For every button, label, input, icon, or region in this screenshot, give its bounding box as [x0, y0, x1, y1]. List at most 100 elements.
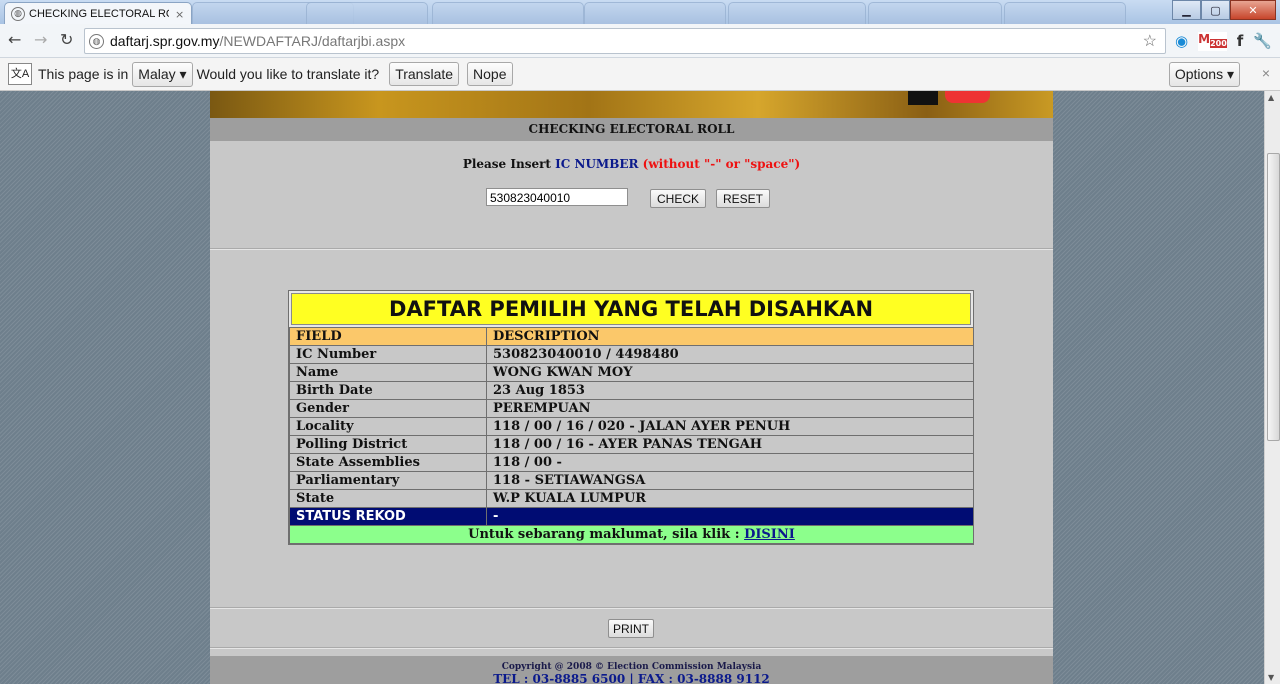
scrollbar-thumb[interactable]	[1267, 153, 1280, 441]
divider	[210, 607, 1053, 609]
table-row: Parliamentary 118 - SETIAWANGSA	[289, 471, 974, 490]
row-field: IC Number	[289, 345, 487, 364]
divider	[210, 647, 1053, 649]
row-field: Parliamentary	[289, 471, 487, 490]
row-value: W.P KUALA LUMPUR	[486, 489, 974, 508]
gmail-icon[interactable]: M200	[1198, 32, 1227, 52]
extension-icons: ◉ M200 f 🔧	[1175, 32, 1272, 52]
info-cell: Untuk sebarang maklumat, sila klik : DIS…	[289, 525, 974, 544]
translate-infobar: 文A This page is in Malay ▾ Would you lik…	[0, 58, 1280, 91]
divider	[210, 248, 1053, 250]
chevron-down-icon: ▾	[179, 65, 187, 82]
table-row: Name WONG KWAN MOY	[289, 363, 974, 382]
ic-number-input[interactable]: 530823040010	[486, 188, 628, 206]
row-value: 530823040010 / 4498480	[486, 345, 974, 364]
check-button[interactable]: CHECK	[650, 189, 706, 208]
tab-background[interactable]	[868, 2, 1002, 25]
language-select[interactable]: Malay ▾	[132, 61, 193, 87]
star-icon[interactable]: ☆	[1143, 31, 1157, 51]
infobar-question: Would you like to translate it?	[196, 66, 380, 82]
skype-icon[interactable]: ◉	[1175, 32, 1188, 51]
result-heading: DAFTAR PEMILIH YANG TELAH DISAHKAN	[291, 293, 971, 325]
row-field: Name	[289, 363, 487, 382]
banner-logo-icon	[908, 91, 938, 105]
table-row: Polling District 118 / 00 / 16 - AYER PA…	[289, 435, 974, 454]
infobar-close-icon[interactable]: ×	[1262, 65, 1270, 81]
status-value: -	[486, 507, 974, 526]
tab-background[interactable]	[584, 2, 726, 25]
row-field: State	[289, 489, 487, 508]
tab-background[interactable]	[728, 2, 866, 25]
url-path: /NEWDAFTARJ/daftarjbi.aspx	[219, 33, 406, 49]
reload-icon[interactable]: ↻	[60, 30, 73, 49]
scroll-up-icon[interactable]: ▲	[1268, 93, 1274, 102]
header-field: FIELD	[289, 327, 487, 346]
row-field: Polling District	[289, 435, 487, 454]
tab-active[interactable]: ◍ CHECKING ELECTORAL ROL ×	[4, 2, 192, 25]
table-row: Birth Date 23 Aug 1853	[289, 381, 974, 400]
tab-background[interactable]	[432, 2, 584, 25]
table-row: State W.P KUALA LUMPUR	[289, 489, 974, 508]
scroll-down-icon[interactable]: ▼	[1268, 673, 1274, 682]
row-field: Birth Date	[289, 381, 487, 400]
tab-strip: ◍ CHECKING ELECTORAL ROL × ▁ ▢ ✕	[0, 0, 1280, 25]
wrench-icon[interactable]: 🔧	[1253, 32, 1272, 51]
browser-toolbar: ← → ↻ ◍ daftarj.spr.gov.my /NEWDAFTARJ/d…	[0, 24, 1280, 58]
header-banner	[210, 91, 1053, 118]
infobar-prefix: This page is in	[38, 66, 129, 82]
language-label: Malay	[138, 65, 176, 82]
back-icon[interactable]: ←	[8, 30, 21, 49]
result-panel: DAFTAR PEMILIH YANG TELAH DISAHKAN FIELD…	[288, 290, 974, 545]
row-field: State Assemblies	[289, 453, 487, 472]
row-value: 118 - SETIAWANGSA	[486, 471, 974, 490]
address-bar[interactable]: ◍ daftarj.spr.gov.my /NEWDAFTARJ/daftarj…	[84, 28, 1166, 54]
globe-icon: ◍	[89, 33, 104, 49]
vertical-scrollbar[interactable]: ▲ ▼	[1264, 91, 1280, 684]
print-button[interactable]: PRINT	[608, 619, 654, 638]
instruction-ic: IC NUMBER	[555, 157, 639, 171]
window-controls: ▁ ▢ ✕	[1172, 0, 1276, 20]
info-row: Untuk sebarang maklumat, sila klik : DIS…	[289, 525, 974, 544]
minimize-icon[interactable]: ▁	[1172, 0, 1201, 20]
row-field: Gender	[289, 399, 487, 418]
nope-button[interactable]: Nope	[467, 62, 513, 86]
table-row: Locality 118 / 00 / 16 / 020 - JALAN AYE…	[289, 417, 974, 436]
page-footer: Copyright @ 2008 © Election Commission M…	[210, 656, 1053, 684]
tab-background[interactable]	[1004, 2, 1126, 25]
table-row: IC Number 530823040010 / 4498480	[289, 345, 974, 364]
row-field: Locality	[289, 417, 487, 436]
row-value: 118 / 00 -	[486, 453, 974, 472]
globe-icon: ◍	[11, 7, 25, 21]
row-value: PEREMPUAN	[486, 399, 974, 418]
window-close-icon[interactable]: ✕	[1230, 0, 1276, 20]
gmail-count: 200	[1210, 39, 1227, 49]
row-value: 118 / 00 / 16 / 020 - JALAN AYER PENUH	[486, 417, 974, 436]
result-table: FIELD DESCRIPTION IC Number 530823040010…	[289, 327, 974, 544]
facebook-icon[interactable]: f	[1237, 32, 1244, 51]
table-row: Gender PEREMPUAN	[289, 399, 974, 418]
options-button[interactable]: Options ▾	[1168, 62, 1240, 87]
maximize-icon[interactable]: ▢	[1201, 0, 1230, 20]
instruction-prefix: Please Insert	[462, 157, 551, 171]
instruction-text: Please Insert IC NUMBER (without "-" or …	[210, 157, 1053, 171]
tab-close-icon[interactable]: ×	[175, 8, 184, 21]
header-description: DESCRIPTION	[486, 327, 974, 346]
reset-button[interactable]: RESET	[716, 189, 770, 208]
table-header-row: FIELD DESCRIPTION	[289, 327, 974, 346]
table-row: State Assemblies 118 / 00 -	[289, 453, 974, 472]
disini-link[interactable]: DISINI	[744, 527, 795, 542]
tab-title: CHECKING ELECTORAL ROL	[29, 8, 169, 20]
url-host: daftarj.spr.gov.my	[110, 33, 220, 49]
info-text: Untuk sebarang maklumat, sila klik :	[468, 527, 740, 542]
contact-text: TEL : 03-8885 6500 | FAX : 03-8888 9112	[493, 672, 770, 684]
status-field: STATUS REKOD	[289, 507, 487, 526]
copyright-text: Copyright @ 2008 © Election Commission M…	[501, 662, 762, 672]
instruction-note: (without "-" or "space")	[642, 157, 801, 171]
page-title: CHECKING ELECTORAL ROLL	[210, 118, 1053, 141]
forward-icon[interactable]: →	[34, 30, 47, 49]
tab-background[interactable]	[306, 2, 428, 25]
banner-decoration	[945, 91, 990, 103]
translate-button[interactable]: Translate	[389, 62, 460, 86]
translate-icon: 文A	[8, 63, 32, 85]
chevron-down-icon: ▾	[1226, 66, 1234, 82]
